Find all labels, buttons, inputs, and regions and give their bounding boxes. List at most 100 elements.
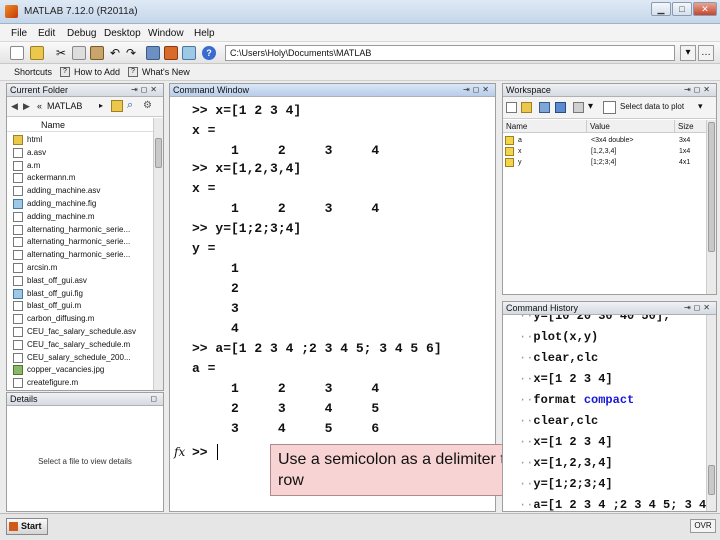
file-list-item[interactable]: blast_off_gui.asv xyxy=(13,275,87,287)
file-list-item[interactable]: adding_machine.fig xyxy=(13,198,96,210)
command-output-line: 3 4 5 6 xyxy=(192,421,380,436)
simulink-icon[interactable] xyxy=(146,46,160,60)
panel-controls-icon[interactable]: ⇥◻✕ xyxy=(684,302,713,314)
column-header-size[interactable]: Size xyxy=(675,120,706,133)
open-folder-icon[interactable] xyxy=(30,46,44,60)
history-entry[interactable]: ··x=[1 2 3 4] xyxy=(519,372,613,386)
history-entry[interactable]: ··clear,clc xyxy=(519,351,598,365)
breadcrumb-arrow-icon[interactable]: ▸ xyxy=(99,101,103,110)
current-folder-path-input[interactable]: C:\Users\Holy\Documents\MATLAB xyxy=(225,45,675,61)
column-header-name[interactable]: Name xyxy=(41,120,65,130)
whats-new-link[interactable]: What's New xyxy=(142,67,190,77)
back-arrow-icon[interactable]: ◀ xyxy=(11,101,18,112)
workspace-variable-row[interactable]: a <3x4 double> 3x4 xyxy=(503,135,706,146)
how-to-add-link[interactable]: How to Add xyxy=(74,67,120,77)
command-output-line: >> a=[1 2 3 4 ;2 3 4 5; 3 4 5 6] xyxy=(192,341,442,356)
variable-size: 3x4 xyxy=(679,137,691,144)
profiler-icon[interactable] xyxy=(182,46,196,60)
scrollbar-thumb[interactable] xyxy=(155,138,162,168)
file-list-item[interactable]: CEU_fac_salary_schedule.asv xyxy=(13,326,136,338)
workspace-variable-row[interactable]: x [1,2,3,4] 1x4 xyxy=(503,146,706,157)
history-entry[interactable]: ··y=[1;2;3;4] xyxy=(519,477,613,491)
file-list-item[interactable]: a.asv xyxy=(13,147,46,159)
file-list-item[interactable]: alternating_harmonic_serie... xyxy=(13,224,131,236)
stack-dropdown-icon[interactable]: ▾ xyxy=(588,101,593,112)
file-list-item[interactable]: html xyxy=(13,134,42,146)
history-entry[interactable]: ··format compact xyxy=(519,393,634,407)
plot-icon[interactable] xyxy=(603,101,616,114)
new-file-icon[interactable] xyxy=(10,46,24,60)
command-output-line: a = xyxy=(192,361,216,376)
file-list: html a.asv a.m ackermann.m adding_machine.as… xyxy=(7,134,153,390)
new-variable-icon[interactable] xyxy=(506,102,517,113)
function-browser-fx-icon[interactable]: fx xyxy=(174,445,185,459)
file-list-item[interactable]: adding_machine.asv xyxy=(13,185,100,197)
file-list-item[interactable]: alternating_harmonic_serie... xyxy=(13,249,130,261)
redo-icon[interactable]: ↷ xyxy=(124,46,138,60)
folder-up-icon[interactable] xyxy=(111,100,123,112)
file-list-scrollbar[interactable] xyxy=(153,118,163,390)
file-list-item[interactable]: CEU_salary_schedule_200... xyxy=(13,352,131,364)
close-button[interactable]: ✕ xyxy=(693,2,717,16)
file-list-item[interactable]: blast_off_gui.m xyxy=(13,300,81,312)
copy-icon[interactable] xyxy=(72,46,86,60)
guide-icon[interactable] xyxy=(164,46,178,60)
plot-selector-chevron-down-icon[interactable]: ▾ xyxy=(698,101,703,112)
file-list-item[interactable]: carbon_diffusing.m xyxy=(13,313,94,325)
panel-controls-icon[interactable]: ⇥◻✕ xyxy=(131,84,160,96)
maximize-button[interactable]: □ xyxy=(672,2,692,16)
workspace-scrollbar[interactable] xyxy=(706,120,716,294)
history-entry[interactable]: ··x=[1 2 3 4] xyxy=(519,435,613,449)
save-workspace-icon[interactable] xyxy=(555,102,566,113)
undo-icon[interactable]: ↶ xyxy=(108,46,122,60)
menu-file[interactable]: File xyxy=(11,28,27,39)
file-list-item[interactable]: blast_off_gui.fig xyxy=(13,288,83,300)
m-file-icon xyxy=(13,352,23,363)
file-list-item[interactable]: CEU_fac_salary_schedule.m xyxy=(13,339,130,351)
menu-desktop[interactable]: Desktop xyxy=(104,28,141,39)
menu-edit[interactable]: Edit xyxy=(38,28,55,39)
panel-controls-icon[interactable]: ⇥◻✕ xyxy=(463,84,492,96)
history-entry[interactable]: ··plot(x,y) xyxy=(519,330,598,344)
history-entry[interactable]: ··clear,clc xyxy=(519,414,598,428)
menu-debug[interactable]: Debug xyxy=(67,28,96,39)
column-header-value[interactable]: Value xyxy=(587,120,675,133)
file-list-item[interactable]: copper_vacancies.jpg xyxy=(13,364,104,376)
start-button[interactable]: Start xyxy=(6,518,48,535)
workspace-variable-row[interactable]: y [1;2;3;4] 4x1 xyxy=(503,157,706,168)
forward-arrow-icon[interactable]: ▶ xyxy=(23,101,30,112)
path-dropdown-chevron-down-icon[interactable]: ▾ xyxy=(680,45,696,61)
menu-help[interactable]: Help xyxy=(194,28,215,39)
scrollbar-thumb[interactable] xyxy=(708,465,715,495)
history-entry[interactable]: ··a=[1 2 3 4 ;2 3 4 5; 3 4 5 6] xyxy=(519,498,706,511)
file-name: alternating_harmonic_serie... xyxy=(27,224,131,234)
plot-selector[interactable]: Select data to plot xyxy=(620,102,684,111)
import-data-icon[interactable] xyxy=(539,102,550,113)
file-list-item[interactable]: alternating_harmonic_serie... xyxy=(13,236,130,248)
panel-controls-icon[interactable]: ◻ xyxy=(150,393,160,405)
search-icon[interactable]: ⌕ xyxy=(127,99,133,112)
shortcuts-label[interactable]: Shortcuts xyxy=(14,67,52,77)
help-icon[interactable]: ? xyxy=(202,46,216,60)
history-entry[interactable]: ··y=[10 20 30 40 50]; xyxy=(519,315,670,323)
file-list-item[interactable]: ackermann.m xyxy=(13,172,75,184)
file-list-item[interactable]: a.m xyxy=(13,160,40,172)
menu-window[interactable]: Window xyxy=(148,28,184,39)
file-list-item[interactable]: arcsin.m xyxy=(13,262,57,274)
minimize-button[interactable]: ▁ xyxy=(651,2,671,16)
open-variable-icon[interactable] xyxy=(521,102,532,113)
history-entry[interactable]: ··x=[1,2,3,4] xyxy=(519,456,613,470)
cut-icon[interactable]: ✂ xyxy=(54,46,68,60)
panel-controls-icon[interactable]: ⇥◻✕ xyxy=(684,84,713,96)
column-header-name[interactable]: Name xyxy=(503,120,587,133)
file-list-item[interactable]: adding_machine.m xyxy=(13,211,95,223)
gear-icon[interactable]: ⚙ xyxy=(143,100,152,111)
breadcrumb[interactable]: MATLAB xyxy=(47,101,82,111)
browse-folder-button[interactable]: … xyxy=(698,45,714,61)
paste-icon[interactable] xyxy=(90,46,104,60)
command-history-scrollbar[interactable] xyxy=(706,315,716,511)
scrollbar-thumb[interactable] xyxy=(708,122,715,252)
print-icon[interactable] xyxy=(573,102,584,113)
history-tree-connector: ·· xyxy=(519,477,534,491)
file-list-item[interactable]: createfigure.m xyxy=(13,377,78,389)
